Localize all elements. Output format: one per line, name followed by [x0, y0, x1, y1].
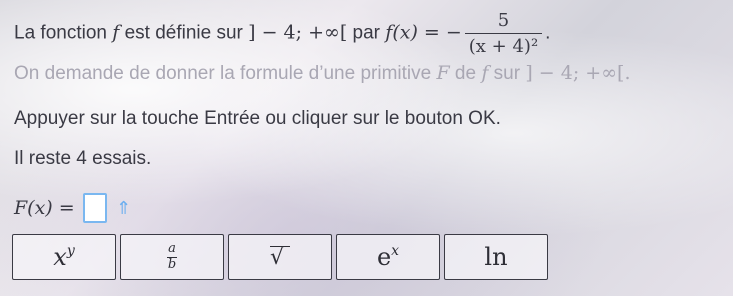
power-button[interactable]: xy: [12, 234, 116, 280]
math-keypad: xy ab √ ex ln: [12, 234, 548, 280]
statement-text: est définie sur: [119, 22, 249, 44]
fraction-icon-denominator: b: [167, 256, 177, 272]
fraction-button[interactable]: ab: [120, 234, 224, 280]
statement-end: .: [545, 22, 551, 44]
fraction-numerator: 5: [497, 10, 510, 31]
question-part: sur: [488, 63, 526, 84]
problem-statement: La fonction f est définie sur ] − 4; +∞[…: [14, 10, 550, 57]
question-part: de: [449, 63, 482, 84]
answer-input[interactable]: [82, 193, 107, 223]
exp-base: e: [376, 243, 392, 271]
question-part: On demande de donner la formule d’une pr…: [14, 63, 437, 84]
ln-button[interactable]: ln: [444, 234, 548, 280]
fraction-denominator: (x + 4)²: [464, 33, 543, 57]
attempts-remaining: Il reste 4 essais.: [14, 148, 152, 169]
answer-row: F(x) = ⇑: [14, 193, 135, 223]
statement-text: par: [347, 22, 386, 44]
sqrt-icon: √: [269, 245, 291, 269]
answer-label: F(x) =: [14, 197, 75, 219]
domain-interval: ] − 4; +∞[.: [525, 62, 631, 84]
statement-text: La fonction: [14, 22, 113, 44]
instruction-text: Appuyer sur la touche Entrée ou cliquer …: [14, 108, 501, 129]
domain-interval: ] − 4; +∞[: [248, 21, 348, 44]
power-base: x: [53, 243, 67, 271]
up-arrow-icon[interactable]: ⇑: [113, 196, 135, 220]
function-expression: f(x) = −: [385, 21, 462, 44]
fraction-icon-numerator: a: [167, 241, 177, 258]
question-text: On demande de donner la formule d’une pr…: [14, 62, 631, 85]
fraction: 5 (x + 4)²: [464, 10, 543, 57]
exp-exponent: x: [391, 243, 400, 259]
sqrt-button[interactable]: √: [228, 234, 332, 280]
primitive-symbol: F: [436, 62, 450, 84]
exp-button[interactable]: ex: [336, 234, 440, 280]
fraction-icon: ab: [167, 241, 177, 272]
power-exponent: y: [66, 243, 75, 259]
